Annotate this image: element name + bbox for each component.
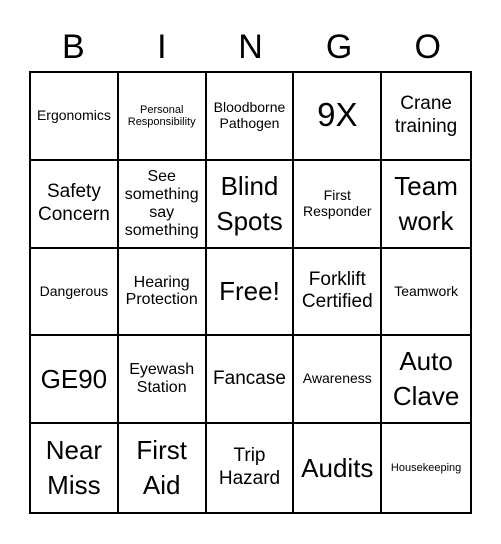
header-letter-b: B	[61, 28, 85, 66]
bingo-cell[interactable]: Trip Hazard	[207, 424, 295, 512]
free-space-cell[interactable]: Free!	[206, 248, 295, 337]
bingo-cell[interactable]: Safety Concern	[31, 160, 119, 249]
bingo-cell[interactable]: First Aid	[119, 424, 207, 512]
header-letter-o: O	[414, 28, 441, 66]
bingo-cell[interactable]: Teamwork	[382, 249, 470, 337]
bingo-cell[interactable]: Near Miss	[31, 424, 119, 512]
header-letter-g: G	[325, 28, 353, 66]
bingo-cell[interactable]: See something say something	[118, 160, 207, 249]
bingo-grid: Ergonomics Personal Responsibility Blood…	[29, 71, 472, 514]
bingo-cell[interactable]: Awareness	[294, 336, 383, 425]
bingo-cell[interactable]: Bloodborne Pathogen	[206, 73, 295, 161]
bingo-cell[interactable]: Blind Spots	[206, 160, 295, 249]
bingo-cell[interactable]: Dangerous	[31, 248, 119, 337]
bingo-cell[interactable]: Housekeeping	[382, 424, 470, 512]
bingo-cell[interactable]: Audits	[294, 424, 383, 512]
bingo-cell[interactable]: Personal Responsibility	[118, 73, 207, 161]
bingo-cell[interactable]: GE90	[31, 336, 119, 425]
bingo-cell[interactable]: Ergonomics	[31, 73, 119, 161]
bingo-cell[interactable]: Team work	[382, 161, 470, 249]
bingo-header: B I N G O	[29, 22, 472, 72]
header-letter-i: I	[157, 28, 167, 66]
bingo-cell[interactable]: Forklift Certified	[294, 248, 383, 337]
bingo-cell[interactable]: Hearing Protection	[118, 248, 207, 337]
bingo-cell[interactable]: Crane training	[382, 73, 470, 161]
bingo-cell[interactable]: 9X	[294, 73, 383, 161]
bingo-cell[interactable]: Fancase	[206, 336, 295, 425]
bingo-cell[interactable]: Eyewash Station	[118, 336, 207, 425]
bingo-cell[interactable]: First Responder	[294, 160, 383, 249]
bingo-cell[interactable]: Auto Clave	[382, 336, 470, 425]
header-letter-n: N	[238, 28, 263, 66]
